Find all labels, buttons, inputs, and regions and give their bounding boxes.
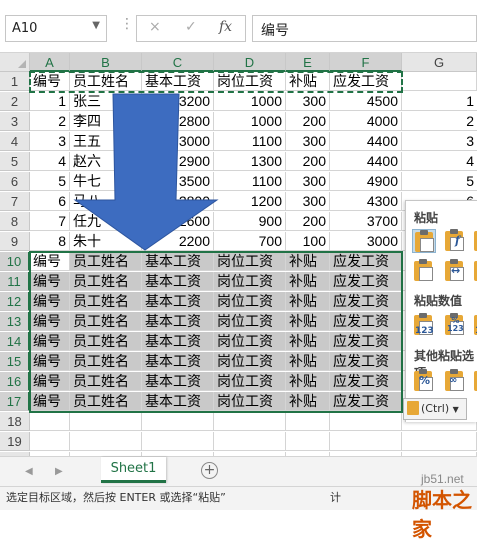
ctrl-label: (Ctrl) xyxy=(421,402,450,415)
add-sheet-icon[interactable]: + xyxy=(201,462,218,479)
paste-options-ctrl-button[interactable]: (Ctrl) ▼ xyxy=(403,398,467,420)
paste-transpose-icon[interactable] xyxy=(472,259,477,283)
paste-values-source-format-icon[interactable]: 123 xyxy=(472,313,477,337)
clipboard-icon xyxy=(407,401,419,415)
paste-options-panel: 粘贴 f ↔ 粘贴数值 123 % 123 123 其他粘贴选项 % ∞ xyxy=(405,200,477,422)
status-right: 计 xyxy=(330,491,341,504)
watermark-name: 脚本之家 xyxy=(412,488,472,541)
chevron-down-icon: ▼ xyxy=(452,405,459,414)
paste-values-section-title: 粘贴数值 xyxy=(414,294,463,308)
paste-link-icon[interactable]: ∞ xyxy=(443,369,467,393)
paste-column-widths-icon[interactable]: ↔ xyxy=(443,259,467,283)
scroll-right-icon[interactable]: ▶ xyxy=(55,466,63,477)
sheet-tab-sheet1[interactable]: Sheet1 xyxy=(101,457,166,483)
paste-formatting-only-icon[interactable]: % xyxy=(412,369,436,393)
paste-formulas-icon[interactable]: f xyxy=(443,229,467,253)
paste-section-title: 粘贴 xyxy=(414,211,439,225)
status-message: 选定目标区域，然后按 ENTER 或选择“粘贴” xyxy=(6,491,226,504)
paste-values-icon[interactable]: 123 xyxy=(412,313,436,337)
paste-values-number-format-icon[interactable]: % 123 xyxy=(443,313,467,337)
scroll-left-icon[interactable]: ◀ xyxy=(25,466,33,477)
paste-formatting-icon[interactable] xyxy=(472,229,477,253)
paste-no-borders-icon[interactable] xyxy=(412,259,436,283)
status-bar: 选定目标区域，然后按 ENTER 或选择“粘贴” 计 xyxy=(0,486,477,510)
sheet-tab-bar: ◀ ▶ Sheet1 + xyxy=(0,456,477,486)
paste-picture-icon[interactable] xyxy=(472,369,477,393)
paste-icon[interactable] xyxy=(412,229,436,253)
